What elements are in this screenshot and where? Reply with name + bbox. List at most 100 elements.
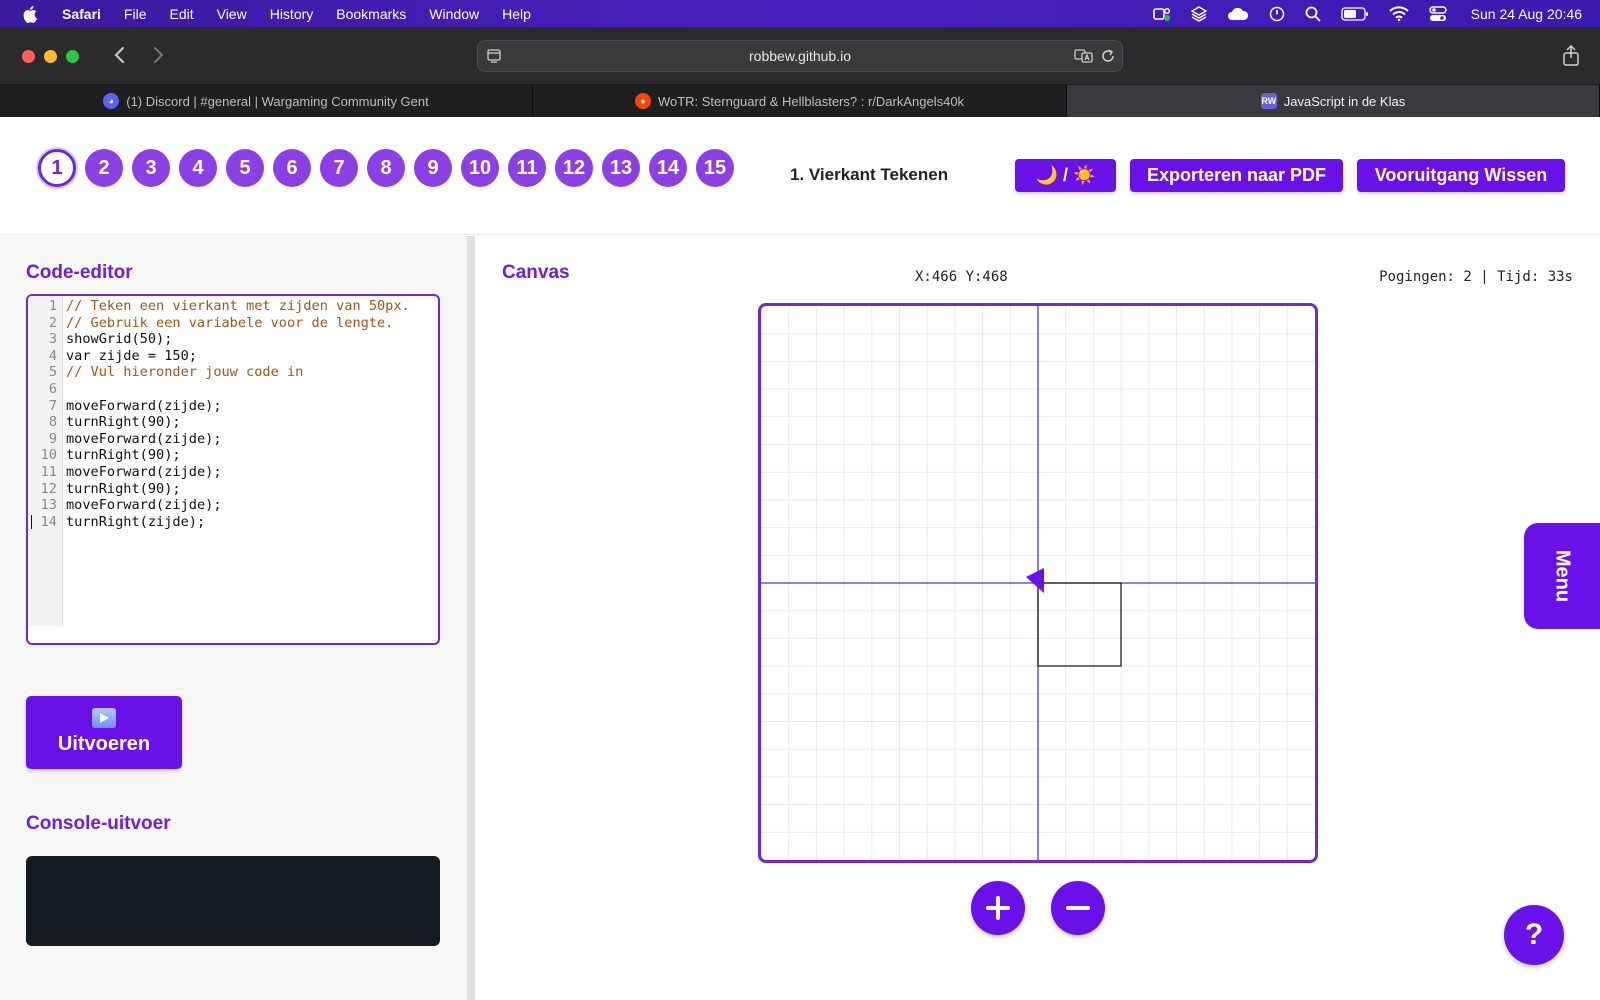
macos-menubar: Safari File Edit View History Bookmarks … xyxy=(0,0,1600,27)
layers-icon[interactable] xyxy=(1190,5,1207,22)
code-line[interactable]: 11 moveForward(zijde); xyxy=(28,463,438,481)
turtle-arrow-icon xyxy=(1026,568,1044,593)
tab-reddit[interactable]: ● WoTR: Sternguard & Hellblasters? : r/D… xyxy=(533,85,1067,117)
run-button[interactable]: Uitvoeren xyxy=(26,696,182,769)
theme-toggle-button[interactable]: 🌙 / ☀️ xyxy=(1015,159,1116,192)
url-text: robbew.github.io xyxy=(749,48,851,64)
code-text: turnRight(zijde); xyxy=(66,513,206,530)
address-bar[interactable]: robbew.github.io xyxy=(477,40,1123,72)
spotlight-search-icon[interactable] xyxy=(1305,6,1321,22)
code-line[interactable]: 6 xyxy=(28,380,438,398)
pane-resize-handle[interactable] xyxy=(467,236,475,1000)
code-text: // Gebruik een variabele voor de lengte. xyxy=(66,314,394,331)
zoom-in-button[interactable] xyxy=(971,881,1025,935)
level-button-11[interactable]: 11 xyxy=(508,149,546,187)
level-button-5[interactable]: 5 xyxy=(226,149,264,187)
level-button-2[interactable]: 2 xyxy=(85,149,123,187)
line-number: 11 xyxy=(40,463,57,480)
canvas-heading: Canvas xyxy=(502,262,570,283)
run-button-label: Uitvoeren xyxy=(57,733,151,755)
mouse-coordinates: X:466 Y:468 xyxy=(915,269,1008,285)
timer-icon[interactable] xyxy=(1269,6,1285,22)
level-button-7[interactable]: 7 xyxy=(320,149,358,187)
wifi-icon[interactable] xyxy=(1388,6,1409,21)
level-button-8[interactable]: 8 xyxy=(367,149,405,187)
code-line[interactable]: 14 turnRight(zijde); xyxy=(28,513,438,531)
line-number: 5 xyxy=(48,364,57,381)
control-center-icon[interactable] xyxy=(1428,5,1447,22)
code-text: moveForward(zijde); xyxy=(66,397,222,414)
line-number: 7 xyxy=(48,397,57,414)
window-zoom-button[interactable] xyxy=(66,50,79,63)
menubar-clock[interactable]: Sun 24 Aug 20:46 xyxy=(1471,6,1582,22)
code-lines[interactable]: 1 // Teken een vierkant met zijden van 50… xyxy=(28,298,438,531)
code-line[interactable]: 1 // Teken een vierkant met zijden van 50… xyxy=(28,298,438,315)
menu-file[interactable]: File xyxy=(124,6,147,22)
code-line[interactable]: 3 showGrid(50); xyxy=(28,331,438,348)
console-heading: Console-uitvoer xyxy=(26,813,171,834)
level-button-14[interactable]: 14 xyxy=(649,149,687,187)
level-button-15[interactable]: 15 xyxy=(696,149,734,187)
code-text: // Teken een vierkant met zijden van 50p… xyxy=(66,298,410,314)
code-editor-heading: Code-editor xyxy=(26,262,133,283)
level-button-1[interactable]: 1 xyxy=(38,149,76,187)
menu-app-name[interactable]: Safari xyxy=(62,6,101,22)
code-line[interactable]: 12 turnRight(90); xyxy=(28,481,438,498)
canvas-drawing xyxy=(761,306,1315,860)
code-line[interactable]: 4 var zijde = 150; xyxy=(28,348,438,365)
code-text: showGrid(50); xyxy=(66,331,173,348)
status-icons: Sun 24 Aug 20:46 xyxy=(1152,0,1582,27)
tab-javascript-in-de-klas[interactable]: RW JavaScript in de Klas xyxy=(1067,85,1600,117)
cloud-icon[interactable] xyxy=(1227,7,1249,21)
line-number: 3 xyxy=(48,331,57,348)
export-pdf-button[interactable]: Exporteren naar PDF xyxy=(1130,159,1343,192)
zoom-out-button[interactable] xyxy=(1051,881,1105,935)
level-button-13[interactable]: 13 xyxy=(602,149,640,187)
tab-bar: ◕ (1) Discord | #general | Wargaming Com… xyxy=(0,85,1600,117)
drawing-canvas[interactable] xyxy=(758,303,1318,863)
level-selector: 1 2 3 4 5 6 7 8 9 10 11 12 13 14 15 xyxy=(38,149,734,187)
share-icon[interactable] xyxy=(1562,44,1580,72)
level-button-3[interactable]: 3 xyxy=(132,149,170,187)
menu-bookmarks[interactable]: Bookmarks xyxy=(336,6,406,22)
console-output xyxy=(26,856,440,946)
code-line[interactable]: 10 turnRight(90); xyxy=(28,447,438,464)
back-button[interactable] xyxy=(110,43,130,67)
menu-view[interactable]: View xyxy=(217,6,247,22)
menu-help[interactable]: Help xyxy=(502,6,531,22)
battery-icon[interactable] xyxy=(1341,6,1369,21)
apple-icon[interactable] xyxy=(22,5,40,23)
code-editor[interactable]: 1 // Teken een vierkant met zijden van 50… xyxy=(26,294,440,645)
translate-icon[interactable] xyxy=(1074,48,1094,69)
code-line[interactable]: 8 turnRight(90); xyxy=(28,414,438,431)
code-line[interactable]: 9 moveForward(zijde); xyxy=(28,431,438,448)
code-text: turnRight(90); xyxy=(66,414,181,431)
tab-discord[interactable]: ◕ (1) Discord | #general | Wargaming Com… xyxy=(0,85,533,117)
level-button-9[interactable]: 9 xyxy=(414,149,452,187)
menu-tab-button[interactable]: Menu xyxy=(1524,523,1600,629)
browser-toolbar: robbew.github.io xyxy=(0,27,1600,85)
line-number: 6 xyxy=(48,380,57,397)
code-line[interactable]: 2 // Gebruik een variabele voor de lengte… xyxy=(28,314,438,332)
code-text: turnRight(90); xyxy=(66,447,181,464)
tab-label: (1) Discord | #general | Wargaming Commu… xyxy=(126,93,429,109)
help-button[interactable]: ? xyxy=(1504,905,1564,965)
level-button-12[interactable]: 12 xyxy=(555,149,593,187)
clear-progress-button[interactable]: Vooruitgang Wissen xyxy=(1357,159,1565,192)
level-button-10[interactable]: 10 xyxy=(461,149,499,187)
teams-icon[interactable] xyxy=(1152,6,1171,22)
level-button-4[interactable]: 4 xyxy=(179,149,217,187)
menu-edit[interactable]: Edit xyxy=(169,6,193,22)
level-button-6[interactable]: 6 xyxy=(273,149,311,187)
forward-button[interactable] xyxy=(148,43,168,67)
menu-window[interactable]: Window xyxy=(429,6,479,22)
reddit-icon: ● xyxy=(634,93,651,109)
code-line[interactable]: 7 moveForward(zijde); xyxy=(28,397,438,415)
window-minimize-button[interactable] xyxy=(44,50,57,63)
reload-icon[interactable] xyxy=(1100,48,1116,69)
window-close-button[interactable] xyxy=(22,50,35,63)
code-line[interactable]: 13 moveForward(zijde); xyxy=(28,497,438,514)
canvas-pane: Canvas X:466 Y:468 Pogingen: 2 | Tijd: 3… xyxy=(475,236,1600,1000)
menu-history[interactable]: History xyxy=(270,6,314,22)
code-line[interactable]: 5 // Vul hieronder jouw code in xyxy=(28,364,438,381)
